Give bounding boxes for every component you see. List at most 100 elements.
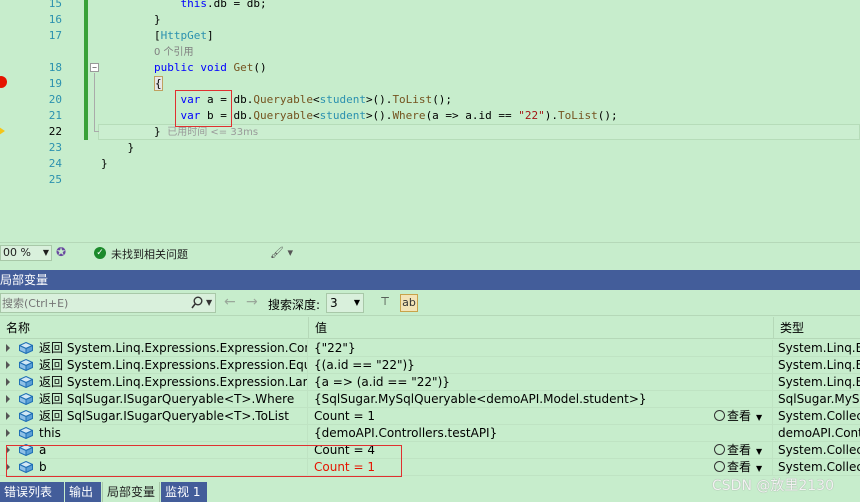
- search-depth-select[interactable]: 3 ▼: [326, 293, 364, 313]
- variable-type: System.Linq.Exp: [778, 341, 860, 355]
- variable-type: System.Collectio: [778, 409, 860, 423]
- panel-title: 局部变量: [0, 273, 49, 287]
- line-number: 18: [48, 61, 62, 74]
- code-text: [HttpGet]: [101, 29, 214, 42]
- column-header-value[interactable]: 值: [309, 317, 774, 339]
- table-row[interactable]: 返回 SqlSugar.ISugarQueryable<T>.ToList Cou…: [0, 408, 860, 425]
- value-cell[interactable]: {(a.id == "22")}: [309, 357, 773, 373]
- table-row[interactable]: 返回 System.Linq.Expressions.Expression.Eq…: [0, 357, 860, 374]
- code-line[interactable]: 22 } 已用时间 <= 33ms: [0, 124, 860, 140]
- expand-arrow-icon[interactable]: [6, 378, 10, 386]
- type-cell: System.Linq.Exp: [774, 340, 860, 356]
- variable-type: System.Collectio: [778, 460, 860, 474]
- expand-arrow-icon[interactable]: [6, 344, 10, 352]
- view-label: 查看: [727, 460, 752, 474]
- variable-cube-icon: [19, 393, 33, 405]
- back-arrow-icon[interactable]: ←: [224, 294, 236, 310]
- issues-status[interactable]: 未找到相关问题: [111, 246, 188, 262]
- line-number: 24: [48, 157, 62, 170]
- type-cell: System.Collectio: [774, 442, 860, 458]
- variable-type: System.Collectio: [778, 443, 860, 457]
- line-number: 17: [48, 29, 62, 42]
- variable-cube-icon: [19, 427, 33, 439]
- type-cell: demoAPI.Contro: [774, 425, 860, 441]
- code-line[interactable]: 21 var b = db.Queryable<student>().Where…: [0, 108, 860, 124]
- line-number: 25: [48, 173, 62, 186]
- variable-cube-icon: [19, 359, 33, 371]
- code-line[interactable]: 19 {: [0, 76, 860, 92]
- variable-value: {demoAPI.Controllers.testAPI}: [314, 426, 498, 440]
- variable-name: 返回 SqlSugar.ISugarQueryable<T>.ToList: [39, 409, 289, 423]
- code-line[interactable]: 18 public void Get(): [0, 60, 860, 76]
- locals-toolbar: ▼ ← → 搜索深度: 3 ▼ ⊤ ab: [0, 290, 860, 316]
- table-row[interactable]: 返回 System.Linq.Expressions.Expression.La…: [0, 374, 860, 391]
- variable-name: 返回 System.Linq.Expressions.Expression.La…: [39, 375, 307, 389]
- code-text: var a = db.Queryable<student>().ToList()…: [180, 93, 453, 106]
- name-cell: 返回 SqlSugar.ISugarQueryable<T>.ToList: [0, 408, 308, 424]
- view-button[interactable]: 查看 ▼: [714, 459, 762, 475]
- code-text: }: [101, 141, 135, 154]
- copilot-icon[interactable]: ✪: [56, 245, 66, 259]
- variable-value: {(a.id == "22")}: [314, 358, 415, 372]
- value-cell[interactable]: {a => (a.id == "22")}: [309, 374, 773, 390]
- view-button[interactable]: 查看 ▼: [714, 408, 762, 424]
- line-number: 15: [48, 0, 62, 10]
- table-row[interactable]: this {demoAPI.Controllers.testAPI} demoAPI…: [0, 425, 860, 442]
- code-text: }: [101, 13, 161, 26]
- expand-arrow-icon[interactable]: [6, 429, 10, 437]
- tab-locals[interactable]: 局部变量: [102, 482, 160, 502]
- magnifier-icon: [714, 444, 725, 455]
- code-line[interactable]: 23 }: [0, 140, 860, 156]
- magnifier-icon: [714, 410, 725, 421]
- hex-display-icon[interactable]: ab: [400, 294, 418, 312]
- value-cell[interactable]: {demoAPI.Controllers.testAPI}: [309, 425, 773, 441]
- column-header-name[interactable]: 名称: [0, 317, 309, 339]
- view-label: 查看: [727, 409, 752, 423]
- search-icon[interactable]: [191, 296, 203, 310]
- chevron-down-icon[interactable]: ▼: [206, 295, 216, 311]
- tab-output[interactable]: 输出: [65, 482, 101, 502]
- value-cell[interactable]: {"22"}: [309, 340, 773, 356]
- value-cell[interactable]: {SqlSugar.MySqlQueryable<demoAPI.Model.s…: [309, 391, 773, 407]
- forward-arrow-icon[interactable]: →: [246, 294, 258, 310]
- view-button[interactable]: 查看 ▼: [714, 442, 762, 458]
- table-row[interactable]: 返回 SqlSugar.ISugarQueryable<T>.Where {Sql…: [0, 391, 860, 408]
- expand-arrow-icon[interactable]: [6, 395, 10, 403]
- expand-arrow-icon[interactable]: [6, 412, 10, 420]
- brush-icon[interactable]: 🖌 ▾: [270, 246, 293, 259]
- search-box[interactable]: ▼: [0, 293, 216, 313]
- line-number: 16: [48, 13, 62, 26]
- table-row[interactable]: 返回 System.Linq.Expressions.Expression.Co…: [0, 340, 860, 357]
- chevron-down-icon: ▼: [756, 464, 763, 473]
- code-line[interactable]: 15 this.db = db;: [0, 0, 860, 12]
- code-text: }: [101, 157, 108, 170]
- code-line[interactable]: 0 个引用: [0, 44, 860, 60]
- tab-watch-1[interactable]: 监视 1: [161, 482, 207, 502]
- code-editor[interactable]: − 15 this.db = db; 16 } 17 [HttpGet] 0 个引用…: [0, 0, 860, 242]
- search-depth-label: 搜索深度:: [268, 298, 321, 312]
- tab-error-list[interactable]: 错误列表 ...: [0, 482, 64, 502]
- code-line[interactable]: 20 var a = db.Queryable<student>().ToLis…: [0, 92, 860, 108]
- variable-type: System.Linq.Exp: [778, 375, 860, 389]
- name-cell: this: [0, 425, 308, 441]
- code-line[interactable]: 16 }: [0, 12, 860, 28]
- variable-name: 返回 System.Linq.Expressions.Expression.Eq…: [39, 358, 308, 372]
- type-cell: System.Linq.Exp: [774, 357, 860, 373]
- expand-arrow-icon[interactable]: [6, 361, 10, 369]
- value-cell[interactable]: Count = 1 查看 ▼: [309, 408, 773, 424]
- pin-icon[interactable]: ⊤: [376, 294, 394, 312]
- code-line[interactable]: 24}: [0, 156, 860, 172]
- panel-separator: [0, 262, 860, 270]
- line-number: 21: [48, 109, 62, 122]
- chevron-down-icon: ▼: [756, 447, 763, 456]
- chevron-down-icon: ▼: [42, 248, 49, 257]
- code-line[interactable]: 17 [HttpGet]: [0, 28, 860, 44]
- grid-header: 名称 值 类型: [0, 317, 860, 339]
- column-header-type[interactable]: 类型: [774, 317, 860, 339]
- search-input[interactable]: [1, 294, 181, 312]
- code-line[interactable]: 25: [0, 172, 860, 188]
- watermark: CSDN @放里2130: [712, 478, 834, 494]
- zoom-select[interactable]: 00 % ▼: [0, 245, 52, 261]
- variable-value: {SqlSugar.MySqlQueryable<demoAPI.Model.s…: [314, 392, 647, 406]
- type-cell: System.Collectio: [774, 459, 860, 475]
